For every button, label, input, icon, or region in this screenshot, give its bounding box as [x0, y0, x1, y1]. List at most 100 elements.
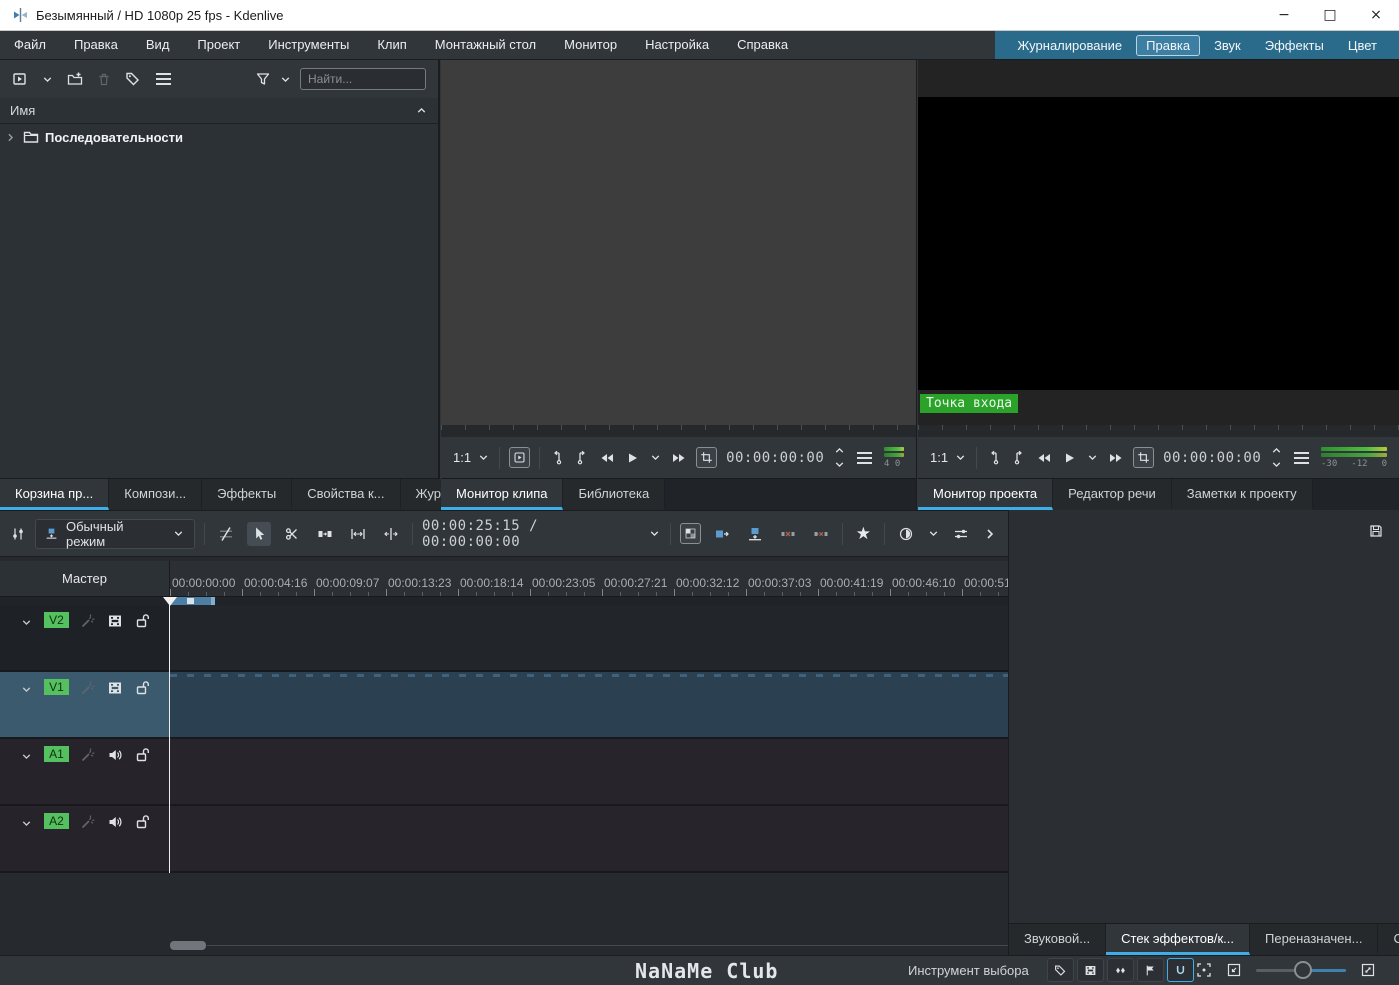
chevron-down-icon[interactable]: [1086, 451, 1099, 464]
timeline-track[interactable]: V2: [0, 605, 1008, 672]
track-badge[interactable]: V1: [44, 679, 69, 695]
track-effects-icon[interactable]: [80, 747, 96, 763]
track-effects-icon[interactable]: [80, 814, 96, 830]
workspace-item[interactable]: Звук: [1204, 35, 1251, 56]
track-header[interactable]: V1: [0, 672, 170, 737]
track-effects-icon[interactable]: [80, 680, 96, 696]
menubar-item[interactable]: Вид: [132, 31, 184, 59]
menubar-item[interactable]: Инструменты: [254, 31, 363, 59]
track-badge[interactable]: V2: [44, 612, 69, 628]
monitor-timecode[interactable]: 00:00:00:00: [726, 450, 824, 466]
tab[interactable]: Монитор клипа: [441, 479, 564, 510]
minimize-button[interactable]: −: [1261, 0, 1307, 30]
lock-icon[interactable]: [134, 613, 150, 629]
razor-tool-button[interactable]: [280, 522, 304, 546]
monitor-zoom-select[interactable]: 1:1: [453, 450, 490, 465]
chevron-down-icon[interactable]: [20, 817, 33, 830]
clip-monitor-ruler[interactable]: [441, 425, 916, 437]
project-monitor-ruler[interactable]: [918, 425, 1399, 437]
chevron-down-icon[interactable]: [648, 527, 661, 540]
ruler-segment[interactable]: 00:00:13:23: [386, 561, 458, 596]
tab[interactable]: Редактор речи: [1053, 479, 1172, 510]
save-effect-stack-icon[interactable]: [1368, 523, 1384, 539]
timeline-options-icon[interactable]: [10, 526, 26, 542]
zone-handle[interactable]: [187, 598, 194, 604]
overwrite-zone-button[interactable]: [743, 522, 767, 546]
chevron-down-icon[interactable]: [649, 451, 662, 464]
zone-out-icon[interactable]: [574, 450, 590, 466]
zone-end-handle[interactable]: [211, 597, 215, 605]
ruler-segment[interactable]: 00:00:23:05: [530, 561, 602, 596]
bin-item-sequences[interactable]: Последовательности: [0, 124, 438, 150]
tab[interactable]: Заметки к проекту: [1171, 479, 1313, 510]
record-button[interactable]: [894, 522, 918, 546]
zoom-out-icon[interactable]: [1226, 962, 1242, 978]
menubar-item[interactable]: Монтажный стол: [421, 31, 550, 59]
tab[interactable]: Монитор проекта: [918, 479, 1054, 510]
zone-in-icon[interactable]: [986, 450, 1002, 466]
tag-toggle-button[interactable]: [1047, 958, 1074, 982]
zone-out-icon[interactable]: [1011, 450, 1027, 466]
playhead-marker[interactable]: [163, 597, 177, 606]
workspace-item[interactable]: Эффекты: [1255, 35, 1334, 56]
timecode-spinner[interactable]: [1270, 444, 1283, 471]
zoom-slider[interactable]: [1256, 958, 1346, 982]
timeline-zone-strip[interactable]: [0, 597, 1008, 605]
ruler-segment[interactable]: 00:00:41:19: [818, 561, 890, 596]
clip-monitor-display[interactable]: [441, 60, 916, 425]
play-icon[interactable]: [1061, 450, 1077, 466]
close-button[interactable]: ×: [1353, 0, 1399, 30]
rewind-icon[interactable]: [599, 450, 615, 466]
thumbnails-toggle-button[interactable]: [1077, 958, 1104, 982]
timeline-hscrollbar[interactable]: [170, 941, 206, 950]
tab[interactable]: Звуковой...: [1009, 924, 1107, 955]
chevron-down-icon[interactable]: [20, 683, 33, 696]
timeline-track[interactable]: V1: [0, 672, 1008, 739]
lock-icon[interactable]: [134, 747, 150, 763]
ruler-segment[interactable]: 00:00:46:10: [890, 561, 962, 596]
chevron-down-icon[interactable]: [41, 73, 54, 86]
track-lane[interactable]: [170, 739, 1008, 804]
workspace-item[interactable]: Журналирование: [1007, 35, 1132, 56]
favorite-effects-button[interactable]: ★: [852, 520, 875, 548]
zoom-slider-handle[interactable]: [1294, 961, 1312, 979]
selection-tool-button[interactable]: [246, 521, 271, 546]
tab[interactable]: Библиотека: [563, 479, 666, 510]
add-clip-icon[interactable]: [12, 71, 28, 87]
tab[interactable]: Эффекты: [202, 479, 293, 510]
ruler-segment[interactable]: 00:00:09:07: [314, 561, 386, 596]
bin-menu-icon[interactable]: [156, 78, 171, 80]
track-lane[interactable]: [170, 672, 1008, 737]
timeline-timecode[interactable]: 00:00:25:15 / 00:00:00:00: [422, 518, 639, 550]
title-bar[interactable]: Безымянный / HD 1080p 25 fps - Kdenlive …: [0, 0, 1399, 31]
tab[interactable]: Корзина пр...: [0, 479, 110, 510]
zone-mode-button[interactable]: [1133, 447, 1155, 468]
tab[interactable]: Переназначен...: [1250, 924, 1379, 955]
tab[interactable]: Свойства к...: [292, 479, 401, 510]
play-icon[interactable]: [624, 450, 640, 466]
snap-toggle-button[interactable]: [1167, 958, 1194, 982]
audio-track-icon[interactable]: [107, 747, 123, 763]
ruler-segment[interactable]: 00:00:18:14: [458, 561, 530, 596]
zoom-fit-icon[interactable]: [1196, 962, 1212, 978]
timecode-spinner[interactable]: [833, 444, 846, 471]
mixer-button[interactable]: [949, 522, 973, 546]
ruler-segment[interactable]: 00:00:04:16: [242, 561, 314, 596]
timeline-ruler[interactable]: 00:00:00:00 00:00:04:16 00:00:09:07 00:00:1…: [170, 561, 1008, 596]
insert-zone-button[interactable]: [710, 522, 734, 546]
ruler-segment[interactable]: 00:00:00:00: [170, 561, 242, 596]
menubar-item[interactable]: Клип: [363, 31, 420, 59]
sort-chevron-up-icon[interactable]: [415, 104, 428, 117]
lift-zone-button[interactable]: [809, 522, 833, 546]
forward-icon[interactable]: [1108, 450, 1124, 466]
chevron-down-icon[interactable]: [279, 73, 292, 86]
tab[interactable]: Компози...: [109, 479, 203, 510]
chevron-down-icon[interactable]: [927, 527, 940, 540]
menubar-item[interactable]: Правка: [60, 31, 132, 59]
search-input[interactable]: [300, 68, 426, 90]
menubar-item[interactable]: Монитор: [550, 31, 631, 59]
monitor-menu-icon[interactable]: [1294, 456, 1310, 459]
video-track-icon[interactable]: [107, 613, 123, 629]
project-monitor-display[interactable]: Точка входа: [918, 60, 1399, 425]
markers-toggle-button[interactable]: [1137, 958, 1164, 982]
